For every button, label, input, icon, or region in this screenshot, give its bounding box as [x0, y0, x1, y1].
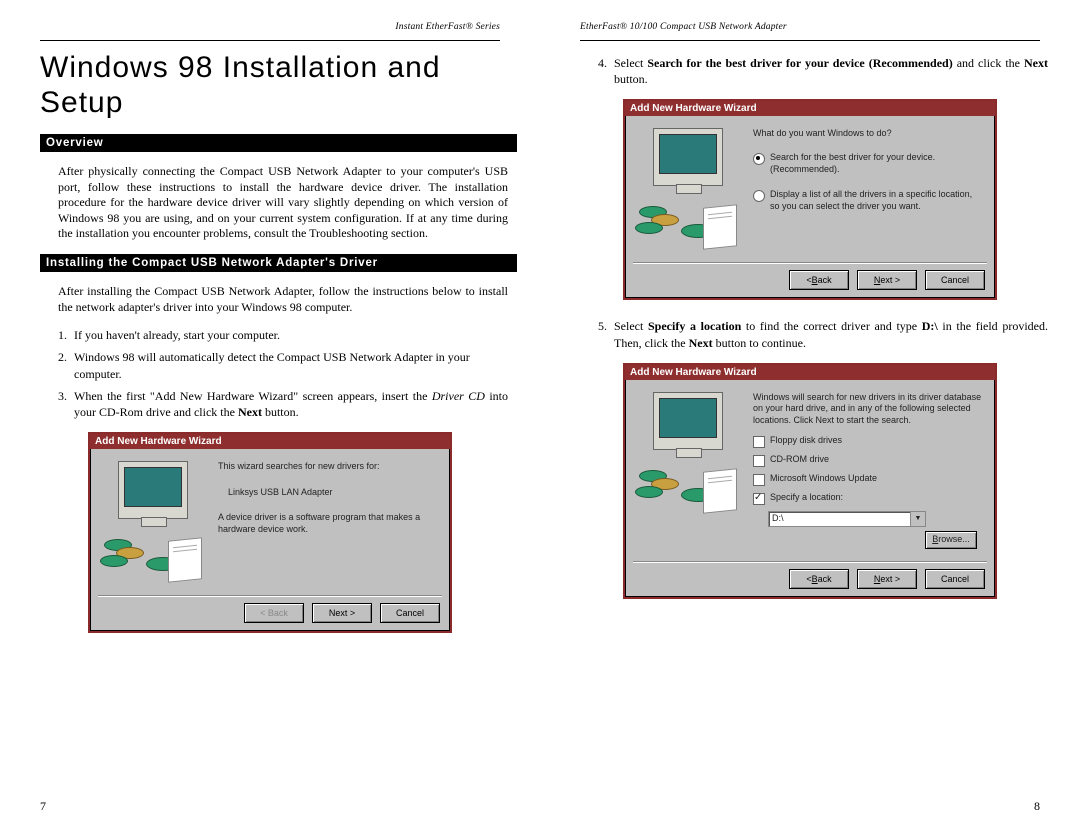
- checkbox-windows-update[interactable]: Microsoft Windows Update: [753, 473, 983, 486]
- step-num: 4.: [598, 55, 614, 87]
- next-button[interactable]: Next >: [857, 569, 917, 589]
- radio-icon: [753, 190, 765, 202]
- checkbox-label: CD-ROM drive: [770, 454, 829, 466]
- header-rule: EtherFast® 10/100 Compact USB Network Ad…: [580, 22, 1040, 41]
- step-4: 4. Select Search for the best driver for…: [598, 55, 1048, 87]
- bold-text: Next: [238, 405, 262, 419]
- back-button[interactable]: < Back: [789, 569, 849, 589]
- text: button.: [614, 72, 648, 86]
- step-body: Windows 98 will automatically detect the…: [74, 349, 508, 381]
- next-button[interactable]: Next >: [312, 603, 372, 623]
- step-2: 2. Windows 98 will automatically detect …: [58, 349, 508, 381]
- text: button to continue.: [713, 336, 806, 350]
- checkbox-icon: [753, 474, 765, 486]
- cancel-button[interactable]: Cancel: [380, 603, 440, 623]
- dialog-prompt: What do you want Windows to do?: [753, 128, 983, 140]
- text: Select: [614, 56, 647, 70]
- step-num: 5.: [598, 318, 614, 350]
- bold-text: Next: [689, 336, 713, 350]
- overview-body: After physically connecting the Compact …: [58, 164, 508, 242]
- step-5: 5. Select Specify a location to find the…: [598, 318, 1048, 350]
- wizard-dialog-1: Add New Hardware Wizard This wizard sear…: [88, 432, 452, 633]
- checkbox-specify-location[interactable]: Specify a location:: [753, 492, 983, 505]
- checkbox-label: Specify a location:: [770, 492, 843, 504]
- bold-text: Search for the best driver for your devi…: [647, 56, 952, 70]
- dialog-content: What do you want Windows to do? Search f…: [743, 124, 987, 254]
- page-number: 8: [1034, 799, 1040, 814]
- text: When the first "Add New Hardware Wizard"…: [74, 389, 432, 403]
- section-install-title: Installing the Compact USB Network Adapt…: [40, 254, 517, 272]
- back-button[interactable]: < Back: [244, 603, 304, 623]
- dialog-content: This wizard searches for new drivers for…: [208, 457, 442, 587]
- page-number: 7: [40, 799, 46, 814]
- left-page-header: Instant EtherFast® Series: [395, 22, 500, 32]
- next-button[interactable]: Next >: [857, 270, 917, 290]
- step-body: Select Search for the best driver for yo…: [614, 55, 1048, 87]
- checkbox-cdrom[interactable]: CD-ROM drive: [753, 454, 983, 467]
- browse-button[interactable]: Browse...: [925, 531, 977, 549]
- cancel-button[interactable]: Cancel: [925, 569, 985, 589]
- bold-text: D:\: [922, 319, 938, 333]
- checkbox-icon: [753, 436, 765, 448]
- text: button.: [262, 405, 299, 419]
- checkbox-icon: [753, 455, 765, 467]
- wizard-dialog-3: Add New Hardware Wizard Windows will sea…: [623, 363, 997, 599]
- install-intro: After installing the Compact USB Network…: [58, 284, 508, 315]
- checkbox-label: Floppy disk drives: [770, 435, 842, 447]
- back-button[interactable]: < Back: [789, 270, 849, 290]
- left-page: Instant EtherFast® Series Windows 98 Ins…: [0, 0, 540, 834]
- location-field[interactable]: D:\ ▼: [768, 511, 926, 527]
- dialog-text: A device driver is a software program th…: [218, 512, 438, 535]
- dialog-title: Add New Hardware Wizard: [625, 365, 995, 380]
- dialog-title: Add New Hardware Wizard: [625, 101, 995, 116]
- dialog-button-row: < Back Next > Cancel: [625, 563, 995, 597]
- step-body: Select Specify a location to find the co…: [614, 318, 1048, 350]
- dialog-body: This wizard searches for new drivers for…: [90, 449, 450, 595]
- header-rule: Instant EtherFast® Series: [40, 22, 500, 41]
- field-value: D:\: [772, 513, 784, 525]
- step-body: When the first "Add New Hardware Wizard"…: [74, 388, 508, 420]
- dialog-intro: Windows will search for new drivers in i…: [753, 392, 983, 427]
- step-num: 2.: [58, 349, 74, 381]
- dialog-body: What do you want Windows to do? Search f…: [625, 116, 995, 262]
- wizard-illustration-icon: [98, 457, 208, 587]
- radio-icon: [753, 153, 765, 165]
- bold-text: Specify a location: [648, 319, 741, 333]
- right-page-header: EtherFast® 10/100 Compact USB Network Ad…: [580, 22, 787, 32]
- page-title: Windows 98 Installation and Setup: [40, 51, 500, 120]
- checkbox-floppy[interactable]: Floppy disk drives: [753, 435, 983, 448]
- dialog-content: Windows will search for new drivers in i…: [743, 388, 987, 553]
- radio-label: Display a list of all the drivers in a s…: [770, 189, 983, 212]
- bold-text: Next: [1024, 56, 1048, 70]
- step-3: 3. When the first "Add New Hardware Wiza…: [58, 388, 508, 420]
- dialog-text: This wizard searches for new drivers for…: [218, 461, 438, 473]
- checkbox-icon: [753, 493, 765, 505]
- cancel-button[interactable]: Cancel: [925, 270, 985, 290]
- checkbox-label: Microsoft Windows Update: [770, 473, 877, 485]
- dropdown-arrow-icon[interactable]: ▼: [910, 512, 925, 526]
- step-body: If you haven't already, start your compu…: [74, 327, 508, 343]
- text: and click the: [953, 56, 1024, 70]
- wizard-illustration-icon: [633, 388, 743, 518]
- step-num: 1.: [58, 327, 74, 343]
- text: to find the correct driver and type: [741, 319, 921, 333]
- dialog-title: Add New Hardware Wizard: [90, 434, 450, 449]
- text: Select: [614, 319, 648, 333]
- wizard-dialog-2: Add New Hardware Wizard What do you want…: [623, 99, 997, 300]
- step-num: 3.: [58, 388, 74, 420]
- wizard-illustration-icon: [633, 124, 743, 254]
- italic-text: Driver CD: [432, 389, 485, 403]
- dialog-button-row: < Back Next > Cancel: [625, 264, 995, 298]
- step-1: 1. If you haven't already, start your co…: [58, 327, 508, 343]
- radio-option-list[interactable]: Display a list of all the drivers in a s…: [753, 189, 983, 212]
- section-overview-title: Overview: [40, 134, 517, 152]
- dialog-button-row: < Back Next > Cancel: [90, 597, 450, 631]
- right-page: EtherFast® 10/100 Compact USB Network Ad…: [540, 0, 1080, 834]
- radio-option-recommended[interactable]: Search for the best driver for your devi…: [753, 152, 983, 175]
- radio-label: Search for the best driver for your devi…: [770, 152, 983, 175]
- device-name: Linksys USB LAN Adapter: [228, 487, 438, 499]
- dialog-body: Windows will search for new drivers in i…: [625, 380, 995, 561]
